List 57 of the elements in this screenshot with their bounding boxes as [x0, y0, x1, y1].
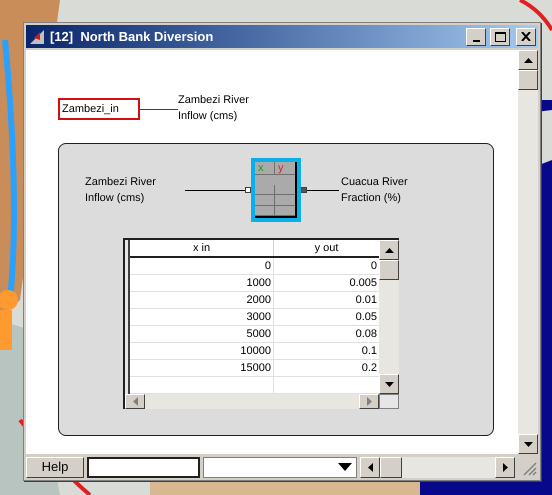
table-cell-text: 0.2: [360, 361, 378, 376]
grid-header: x: [255, 162, 275, 175]
vertical-scrollbar[interactable]: [379, 240, 399, 394]
left-arrow-icon: [132, 397, 138, 406]
source-node[interactable]: Zambezi_in: [58, 98, 140, 120]
column-header: x in: [130, 240, 274, 256]
table-cell: 10000: [130, 343, 274, 359]
help-button[interactable]: Help: [26, 456, 84, 478]
table-cell-text: 0.1: [360, 344, 378, 359]
table-cell-text: 0.01: [354, 293, 378, 308]
node-label: Zambezi River Inflow (cms): [178, 93, 249, 124]
scroll-thumb[interactable]: [379, 260, 399, 280]
app-icon: [28, 28, 46, 46]
table-cell-text: 0.08: [354, 327, 378, 342]
close-button[interactable]: [516, 28, 536, 46]
horizontal-scrollbar[interactable]: [125, 394, 379, 409]
table-cell: 3000: [130, 309, 274, 325]
scroll-right-button[interactable]: [495, 456, 515, 478]
input-port[interactable]: [245, 187, 251, 193]
grid-header: y: [275, 162, 295, 175]
right-arrow-icon: [502, 462, 508, 472]
right-arrow-icon: [366, 397, 372, 406]
horizontal-scrollbar[interactable]: [360, 456, 515, 478]
scroll-left-button[interactable]: [125, 394, 145, 409]
table-cell-text: 0: [370, 259, 378, 274]
table-cell-text: 0.005: [348, 276, 378, 291]
up-arrow-icon: [524, 58, 532, 62]
table-cell: 15000: [130, 360, 274, 376]
table-cell: 2000: [130, 292, 274, 308]
close-icon: [521, 32, 531, 41]
scroll-up-button[interactable]: [518, 50, 538, 70]
scrollbar-corner: [379, 394, 399, 409]
scroll-down-button[interactable]: [379, 374, 399, 394]
left-arrow-icon: [368, 462, 372, 472]
output-label: Cuacua River Fraction (%): [341, 175, 408, 206]
vertical-scrollbar[interactable]: [518, 50, 538, 454]
input-label: Zambezi River Inflow (cms): [85, 175, 157, 206]
scroll-left-button[interactable]: [360, 456, 380, 478]
column-header: y out: [314, 241, 340, 256]
scroll-right-button[interactable]: [359, 394, 379, 409]
maximize-button[interactable]: [490, 28, 510, 46]
table-cell: 0: [130, 258, 274, 274]
scroll-down-button[interactable]: [518, 434, 538, 454]
up-arrow-icon: [384, 248, 394, 252]
table-cell: 5000: [130, 326, 274, 342]
scroll-thumb[interactable]: [380, 456, 402, 478]
table-cell: 1000: [130, 275, 274, 291]
caret-icon: [338, 463, 352, 471]
scroll-thumb[interactable]: [518, 70, 538, 90]
window-title: [12] North Bank Diversion: [50, 28, 214, 46]
minimize-button[interactable]: [466, 28, 486, 46]
down-arrow-icon: [384, 382, 394, 386]
table-cell-text: 0.05: [354, 310, 378, 325]
dropdown[interactable]: [203, 456, 357, 478]
text-field[interactable]: [87, 456, 200, 478]
down-arrow-icon: [524, 442, 532, 446]
scroll-up-button[interactable]: [379, 240, 399, 260]
